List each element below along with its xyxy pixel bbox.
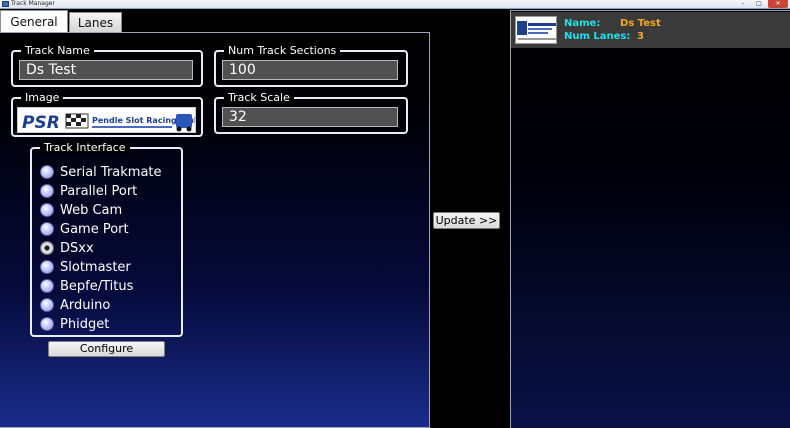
- radio-label: Parallel Port: [60, 183, 138, 199]
- configure-button[interactable]: Configure: [48, 341, 165, 357]
- radio-web-cam[interactable]: Web Cam: [40, 201, 122, 219]
- window-title: Track Manager: [11, 0, 55, 7]
- radio-label: Game Port: [60, 221, 129, 237]
- radio-button-icon[interactable]: [40, 222, 54, 236]
- radio-label: DSxx: [60, 240, 94, 256]
- radio-label: Phidget: [60, 316, 110, 332]
- radio-label: Web Cam: [60, 202, 123, 218]
- radio-phidget[interactable]: Phidget: [40, 315, 109, 333]
- radio-button-icon[interactable]: [40, 203, 54, 217]
- track-interface-group: Track Interface Serial Trakmate Parallel…: [30, 141, 183, 337]
- general-panel: Track Name Ds Test Num Track Sections 10…: [0, 32, 430, 428]
- num-sections-input[interactable]: 100: [222, 60, 398, 80]
- radio-button-icon[interactable]: [40, 184, 54, 198]
- radio-dsxx[interactable]: DSxx: [40, 239, 94, 257]
- track-scale-group: Track Scale 32: [214, 91, 408, 134]
- num-lanes-value: 3: [637, 31, 644, 42]
- track-name-input[interactable]: Ds Test: [19, 60, 193, 80]
- tab-lanes[interactable]: Lanes: [69, 12, 122, 32]
- logo-abbr: PSR: [22, 113, 60, 133]
- track-name-legend: Track Name: [21, 44, 94, 57]
- app-icon: [2, 1, 9, 7]
- radio-button-checked-icon[interactable]: [40, 241, 54, 255]
- num-sections-legend: Num Track Sections: [224, 44, 341, 57]
- radio-label: Slotmaster: [60, 259, 131, 275]
- radio-game-port[interactable]: Game Port: [40, 220, 129, 238]
- psr-logo-icon: PSR Pendle Slot Racing Club: [22, 113, 195, 133]
- radio-label: Arduino: [60, 297, 111, 313]
- name-label: Name:: [564, 18, 601, 29]
- radio-button-icon[interactable]: [40, 279, 54, 293]
- radio-button-icon[interactable]: [40, 165, 54, 179]
- tab-general[interactable]: General: [0, 10, 68, 33]
- track-name-group: Track Name Ds Test: [11, 44, 203, 87]
- radio-parallel-port[interactable]: Parallel Port: [40, 182, 137, 200]
- name-value: Ds Test: [620, 18, 661, 29]
- maximize-button[interactable]: □: [752, 0, 766, 8]
- psr-logo-icon: [517, 21, 556, 40]
- track-scale-input[interactable]: 32: [222, 107, 398, 127]
- radio-button-icon[interactable]: [40, 260, 54, 274]
- image-legend: Image: [21, 91, 64, 104]
- num-lanes-label: Num Lanes:: [564, 31, 631, 42]
- image-group: Image PSR Pendle Slot Racing Club: [11, 91, 203, 137]
- radio-label: Bepfe/Titus: [60, 278, 134, 294]
- window-title-bar: Track Manager – □ ✕: [0, 0, 790, 9]
- club-logo-image[interactable]: PSR Pendle Slot Racing Club: [17, 107, 196, 133]
- track-list-panel: Name: Ds Test Num Lanes: 3: [510, 10, 790, 428]
- radio-button-icon[interactable]: [40, 298, 54, 312]
- radio-serial-trakmate[interactable]: Serial Trakmate: [40, 163, 162, 181]
- track-scale-legend: Track Scale: [224, 91, 294, 104]
- track-thumbnail-image: [515, 16, 557, 44]
- num-sections-group: Num Track Sections 100: [214, 44, 408, 87]
- track-list-item[interactable]: Name: Ds Test Num Lanes: 3: [511, 12, 790, 48]
- radio-label: Serial Trakmate: [60, 164, 162, 180]
- radio-button-icon[interactable]: [40, 317, 54, 331]
- radio-bepfe-titus[interactable]: Bepfe/Titus: [40, 277, 133, 295]
- minimize-button[interactable]: –: [736, 0, 750, 8]
- track-interface-legend: Track Interface: [40, 141, 130, 154]
- update-button[interactable]: Update >>: [433, 212, 500, 229]
- radio-arduino[interactable]: Arduino: [40, 296, 110, 314]
- close-button[interactable]: ✕: [768, 0, 788, 8]
- radio-slotmaster[interactable]: Slotmaster: [40, 258, 131, 276]
